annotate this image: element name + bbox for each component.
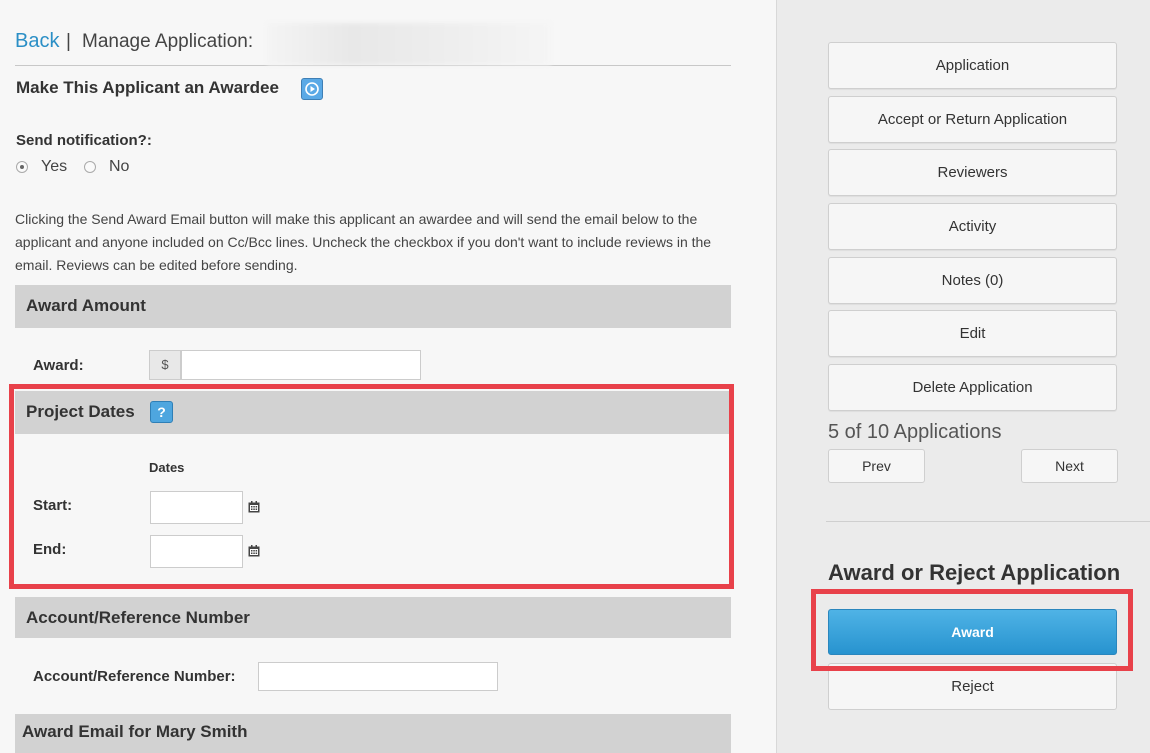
dates-column-label: Dates bbox=[149, 460, 185, 475]
application-count: 5 of 10 Applications bbox=[828, 421, 1002, 443]
help-icon[interactable]: ? bbox=[150, 401, 173, 423]
prev-button[interactable]: Prev bbox=[828, 449, 925, 483]
account-title: Account/Reference Number bbox=[26, 608, 250, 627]
back-link[interactable]: Back bbox=[15, 30, 59, 53]
end-date-input[interactable] bbox=[150, 535, 243, 568]
award-email-section: Award Email for Mary Smith bbox=[15, 714, 731, 753]
notification-yes-radio[interactable] bbox=[16, 161, 28, 173]
notification-no-radio[interactable] bbox=[84, 161, 96, 173]
award-amount-input[interactable] bbox=[181, 350, 421, 380]
award-amount-section: Award Amount bbox=[15, 285, 731, 328]
notification-yes-label[interactable]: Yes bbox=[41, 158, 67, 176]
start-calendar-icon[interactable] bbox=[248, 501, 260, 513]
currency-addon: $ bbox=[149, 350, 181, 380]
award-email-title: Award Email for Mary Smith bbox=[22, 722, 248, 741]
award-label: Award: bbox=[33, 357, 84, 374]
main-panel: Back | Manage Application: Make This App… bbox=[0, 0, 776, 753]
reviewers-button[interactable]: Reviewers bbox=[828, 149, 1117, 196]
account-section: Account/Reference Number bbox=[15, 597, 731, 638]
top-bar: Back | Manage Application: bbox=[15, 23, 731, 66]
send-notification-label: Send notification?: bbox=[16, 132, 152, 149]
end-calendar-icon[interactable] bbox=[248, 545, 260, 557]
award-amount-title: Award Amount bbox=[26, 296, 146, 315]
decision-heading: Award or Reject Application bbox=[828, 560, 1121, 585]
redacted-application-name bbox=[267, 23, 551, 65]
accept-return-button[interactable]: Accept or Return Application bbox=[828, 96, 1117, 143]
awardee-heading: Make This Applicant an Awardee bbox=[16, 78, 279, 97]
notification-no-label[interactable]: No bbox=[109, 158, 129, 176]
reject-button[interactable]: Reject bbox=[828, 663, 1117, 710]
activity-button[interactable]: Activity bbox=[828, 203, 1117, 250]
start-date-input[interactable] bbox=[150, 491, 243, 524]
notes-button[interactable]: Notes (0) bbox=[828, 257, 1117, 304]
breadcrumb-separator: | bbox=[66, 31, 71, 52]
application-button[interactable]: Application bbox=[828, 42, 1117, 89]
project-dates-title: Project Dates bbox=[26, 402, 135, 421]
start-date-label: Start: bbox=[33, 497, 73, 514]
delete-application-button[interactable]: Delete Application bbox=[828, 364, 1117, 411]
play-video-icon[interactable] bbox=[301, 78, 323, 100]
account-input[interactable] bbox=[258, 662, 498, 691]
project-dates-section: Project Dates bbox=[15, 391, 731, 434]
account-label: Account/Reference Number: bbox=[33, 668, 236, 685]
award-button[interactable]: Award bbox=[828, 609, 1117, 655]
next-button[interactable]: Next bbox=[1021, 449, 1118, 483]
award-description: Clicking the Send Award Email button wil… bbox=[15, 211, 712, 273]
sidebar-divider bbox=[826, 521, 1150, 522]
edit-button[interactable]: Edit bbox=[828, 310, 1117, 357]
page-title: Manage Application: bbox=[82, 31, 254, 52]
end-date-label: End: bbox=[33, 541, 67, 558]
